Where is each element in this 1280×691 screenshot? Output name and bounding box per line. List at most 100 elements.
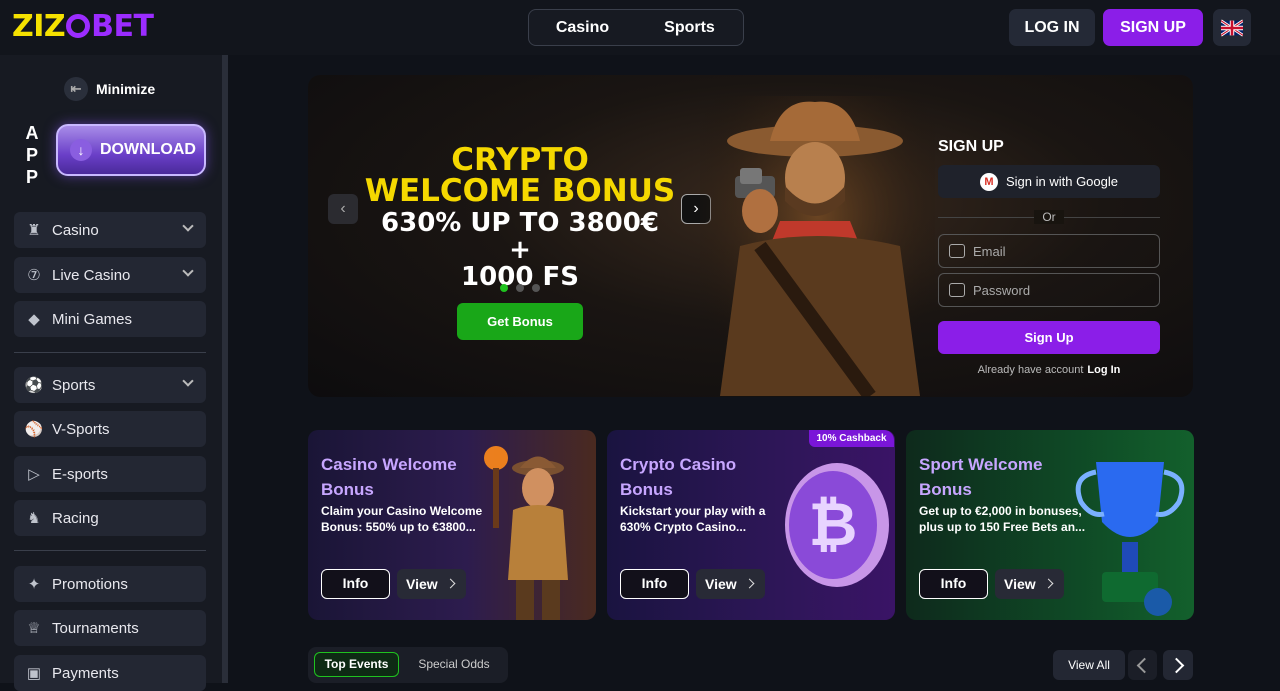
hero-subtitle: 630% UP TO 3800€ + 1000 FS	[370, 210, 670, 291]
get-bonus-button[interactable]: Get Bonus	[457, 303, 583, 340]
info-button[interactable]: Info	[919, 569, 988, 599]
password-placeholder: Password	[973, 282, 1031, 298]
sidebar-divider	[14, 550, 206, 551]
promo-card-desc: Claim your Casino Welcome Bonus: 550% up…	[321, 504, 483, 534]
promo-card-sport[interactable]: Sport Welcome Bonus Get up to €2,000 in …	[906, 430, 1194, 620]
trophy-icon: ♕	[27, 620, 41, 637]
sidebar-scrollbar[interactable]	[222, 55, 228, 683]
sidebar-item-promotions[interactable]: ✦ Promotions	[14, 566, 206, 602]
view-button[interactable]: View	[696, 569, 765, 599]
key-icon	[949, 283, 965, 297]
promo-card-title: Casino Welcome Bonus	[321, 455, 457, 499]
minimize-label: Minimize	[96, 81, 156, 97]
info-button[interactable]: Info	[321, 569, 390, 599]
sidebar-item-casino[interactable]: ♜ Casino	[14, 212, 206, 248]
tab-casino[interactable]: Casino	[529, 10, 636, 45]
hero-title-line: WELCOME BONUS	[364, 173, 676, 209]
login-link[interactable]: Log In	[1087, 364, 1120, 376]
already-account-text: Already have account Log In	[938, 364, 1160, 376]
events-prev-button[interactable]	[1128, 650, 1157, 680]
carousel-dot[interactable]	[500, 284, 508, 292]
product-switcher: Casino Sports	[528, 9, 744, 46]
view-label: View	[406, 576, 438, 592]
svg-text:₿: ₿	[809, 490, 858, 560]
google-signin-button[interactable]: M Sign in with Google	[938, 165, 1160, 198]
sidebar-item-label: Casino	[52, 221, 99, 239]
app-letter: A	[25, 123, 39, 143]
carousel-prev-button[interactable]: ‹	[328, 194, 358, 224]
megaphone-icon: ✦	[27, 576, 41, 593]
envelope-icon	[949, 244, 965, 258]
carousel-dot[interactable]	[516, 284, 524, 292]
download-arrow-icon: ↓	[70, 139, 92, 161]
tab-special-odds[interactable]: Special Odds	[408, 652, 500, 677]
sidebar-item-e-sports[interactable]: ▷ E-sports	[14, 456, 206, 492]
play-icon: ▷	[28, 466, 40, 483]
carousel-dot[interactable]	[532, 284, 540, 292]
bitcoin-coin-illustration: ₿	[785, 463, 889, 587]
app-letter: P	[25, 145, 38, 165]
sidebar-item-mini-games[interactable]: ◆ Mini Games	[14, 301, 206, 337]
login-button[interactable]: LOG IN	[1009, 9, 1095, 46]
logo-text-ziz: ZIZ	[12, 9, 66, 44]
uk-flag-icon	[1221, 18, 1243, 37]
app-letter: P	[25, 167, 38, 187]
signup-submit-button[interactable]: Sign Up	[938, 321, 1160, 354]
download-app-button[interactable]: ↓ DOWNLOAD	[56, 124, 206, 176]
sidebar-item-label: Tournaments	[52, 619, 139, 637]
hero-title: CRYPTO WELCOME BONUS	[360, 145, 680, 207]
promo-card-casino[interactable]: Casino Welcome Bonus Claim your Casino W…	[308, 430, 596, 620]
events-next-button[interactable]	[1163, 650, 1193, 680]
view-button[interactable]: View	[995, 569, 1064, 599]
zizobet-logo[interactable]: ZIZ BET	[12, 9, 154, 44]
email-field[interactable]: Email	[938, 234, 1160, 268]
tab-top-events[interactable]: Top Events	[314, 652, 399, 677]
sidebar-item-payments[interactable]: ▣ Payments	[14, 655, 206, 691]
sidebar-item-label: V-Sports	[52, 420, 110, 438]
sidebar-item-live-casino[interactable]: ⑦ Live Casino	[14, 257, 206, 293]
sidebar-item-label: Sports	[52, 376, 96, 394]
logo-ring-icon	[66, 14, 91, 38]
sidebar-item-label: Mini Games	[52, 310, 133, 328]
signup-button[interactable]: SIGN UP	[1103, 9, 1203, 46]
promo-card-crypto[interactable]: ₿ Crypto Casino Bonus Kickstart your pla…	[607, 430, 895, 620]
chevron-down-icon	[182, 265, 194, 277]
wallet-icon: ▣	[26, 665, 42, 682]
password-field[interactable]: Password	[938, 273, 1160, 307]
sidebar-item-label: E-sports	[52, 465, 108, 483]
tab-sports[interactable]: Sports	[636, 10, 743, 45]
hero-subtitle-line: 630% UP TO 3800€ +	[381, 208, 659, 265]
chevron-down-icon	[182, 220, 194, 232]
hero-title-line: CRYPTO	[451, 142, 589, 178]
signup-form-title: SIGN UP	[938, 138, 1004, 155]
language-selector[interactable]	[1213, 9, 1251, 46]
email-placeholder: Email	[973, 243, 1006, 259]
view-button[interactable]: View	[397, 569, 466, 599]
view-all-button[interactable]: View All	[1053, 650, 1125, 680]
promo-card-title: Sport Welcome Bonus	[919, 455, 1043, 499]
top-bar: ZIZ BET Casino Sports LOG IN SIGN UP	[0, 0, 1280, 55]
sidebar-item-sports[interactable]: ⚽ Sports	[14, 367, 206, 403]
soccer-ball-icon: ⚽	[24, 377, 44, 394]
virtual-sports-icon: ⚾	[24, 421, 44, 438]
sidebar-item-label: Live Casino	[52, 266, 131, 284]
sidebar-item-racing[interactable]: ♞ Racing	[14, 500, 206, 536]
logo-text-bet: BET	[91, 9, 154, 44]
chevron-right-icon	[445, 578, 456, 589]
download-label: DOWNLOAD	[100, 141, 196, 158]
minimize-button[interactable]: ⇤ Minimize	[64, 77, 155, 101]
carousel-dots	[500, 284, 540, 292]
sidebar-item-tournaments[interactable]: ♕ Tournaments	[14, 610, 206, 646]
promo-card-desc: Get up to €2,000 in bonuses, plus up to …	[919, 504, 1086, 534]
diamond-icon: ◆	[28, 311, 40, 328]
sidebar-item-label: Promotions	[52, 575, 128, 593]
view-label: View	[705, 576, 737, 592]
chevron-down-icon	[182, 375, 194, 387]
promo-card-title: Crypto Casino Bonus	[620, 455, 737, 499]
info-button[interactable]: Info	[620, 569, 689, 599]
app-label: A P P	[24, 122, 40, 188]
google-signin-label: Sign in with Google	[1005, 174, 1118, 189]
chevron-right-icon	[1043, 578, 1054, 589]
or-label: Or	[1034, 210, 1064, 224]
sidebar-item-v-sports[interactable]: ⚾ V-Sports	[14, 411, 206, 447]
